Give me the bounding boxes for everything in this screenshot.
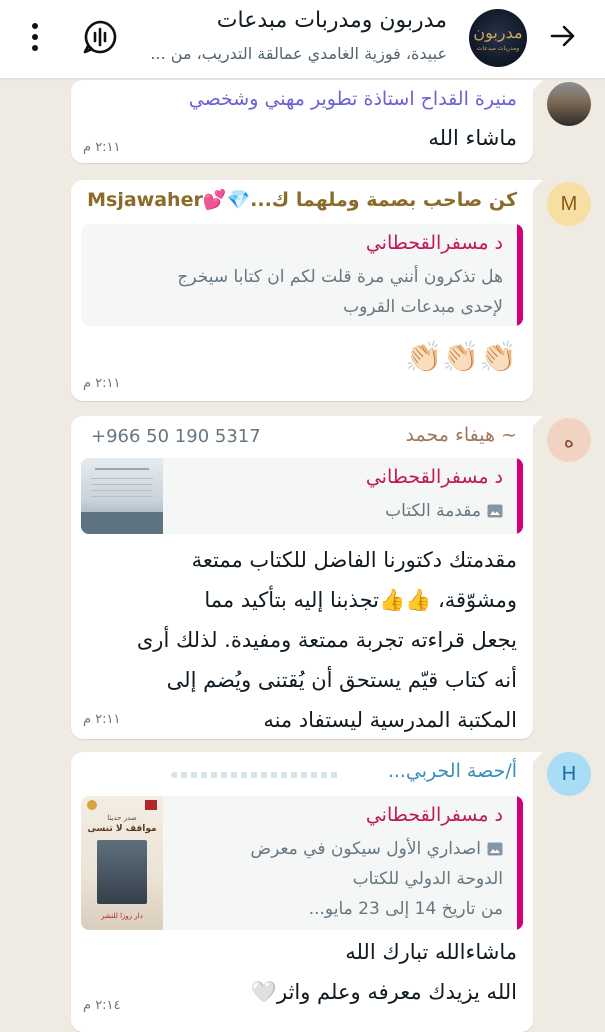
- group-members[interactable]: عبيدة، فوزية الغامدي عمالقة التدريب، من …: [127, 44, 447, 63]
- more-vertical-icon: [32, 23, 38, 51]
- message-time: ٢:١١ م: [83, 712, 121, 727]
- quoted-sender: د مسفرالقحطاني: [365, 466, 503, 488]
- arrow-right-icon: [550, 25, 575, 47]
- back-button[interactable]: [547, 20, 579, 52]
- message-time: ٢:١٤ م: [83, 998, 121, 1013]
- group-avatar-sublogo: ومدربات مبدعات: [476, 45, 520, 52]
- sender-avatar[interactable]: M: [547, 182, 591, 226]
- message-text: مقدمتك دكتورنا الفاضل للكتاب ممتعة ومشوّ…: [136, 548, 517, 732]
- more-options-button[interactable]: [22, 20, 48, 54]
- quoted-image-thumbnail: صدر حديثا مواقف لا تنسى دار روزا للنشر: [81, 796, 163, 930]
- group-avatar[interactable]: مدربون ومدربات مبدعات: [469, 9, 527, 67]
- message-text: ماشاءالله تبارك الله الله يزيدك معرفه وع…: [250, 940, 517, 1004]
- message-time: ٢:١١ م: [83, 140, 121, 155]
- sender-name[interactable]: أ/حصة الحربي...: [388, 760, 517, 782]
- quoted-message[interactable]: د مسفرالقحطاني اصداري الأول سيكون في معر…: [81, 796, 523, 930]
- sender-phone[interactable]: +966 50 190 5317: [91, 426, 261, 447]
- thumbnail-title: مواقف لا تنسى: [87, 824, 157, 834]
- message-bubble[interactable]: كن صاحب بصمة وملهما ك...💎💕Msjawaher د مس…: [71, 180, 543, 401]
- sender-name[interactable]: منيرة القداح استاذة تطوير مهني وشخصي: [189, 88, 517, 110]
- image-icon: [487, 504, 503, 518]
- group-avatar-logo: مدربون: [473, 23, 523, 42]
- sender-name[interactable]: ~ هيفاء محمد: [406, 424, 518, 446]
- quoted-image-thumbnail: [81, 458, 163, 534]
- hidden-phone: [171, 772, 341, 778]
- quoted-message[interactable]: د مسفرالقحطاني مقدمة الكتاب: [81, 458, 523, 534]
- image-icon: [487, 842, 503, 856]
- voice-chat-button[interactable]: [80, 17, 120, 57]
- sender-avatar[interactable]: [547, 82, 591, 126]
- quoted-text: اصداري الأول سيكون في معرض الدوحة الدولي…: [250, 839, 503, 919]
- group-title[interactable]: مدربون ومدربات مبدعات: [147, 8, 447, 33]
- quoted-text: هل تذكرون أنني مرة قلت لكم ان كتابا سيخر…: [177, 267, 503, 317]
- chat-header: مدربون ومدربات مبدعات مدربون ومدربات مبد…: [0, 0, 605, 78]
- message-bubble[interactable]: ~ هيفاء محمد +966 50 190 5317 د مسفرالقح…: [71, 416, 543, 739]
- message-text: ماشاء الله: [428, 126, 517, 150]
- thumbnail-publisher: دار روزا للنشر: [101, 912, 143, 920]
- thumbnail-caption: صدر حديثا: [107, 814, 137, 822]
- quoted-message[interactable]: د مسفرالقحطاني هل تذكرون أنني مرة قلت لك…: [81, 224, 523, 326]
- quoted-sender: د مسفرالقحطاني: [365, 804, 503, 826]
- quoted-sender: د مسفرالقحطاني: [365, 232, 503, 254]
- message-bubble[interactable]: أ/حصة الحربي... د مسفرالقحطاني اصداري ال…: [71, 752, 543, 1032]
- voice-chat-icon: [83, 20, 117, 54]
- message-text: 👏🏻👏🏻👏🏻: [404, 340, 517, 375]
- message-bubble[interactable]: منيرة القداح استاذة تطوير مهني وشخصي ماش…: [71, 80, 543, 163]
- sender-avatar[interactable]: ه: [547, 418, 591, 462]
- sender-avatar[interactable]: H: [547, 752, 591, 796]
- message-time: ٢:١١ م: [83, 376, 121, 391]
- sender-name[interactable]: كن صاحب بصمة وملهما ك...💎💕Msjawaher: [87, 188, 517, 211]
